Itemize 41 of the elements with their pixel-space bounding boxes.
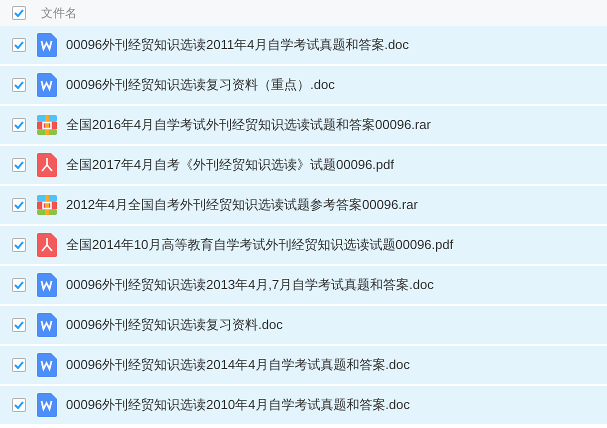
word-document-icon bbox=[37, 313, 57, 337]
word-document-icon bbox=[37, 393, 57, 417]
word-document-icon bbox=[37, 73, 57, 97]
file-name: 2012年4月全国自考外刊经贸知识选读试题参考答案00096.rar bbox=[66, 196, 418, 214]
file-name: 全国2017年4月自考《外刊经贸知识选读》试题00096.pdf bbox=[66, 156, 394, 174]
pdf-document-icon bbox=[37, 153, 57, 177]
file-row[interactable]: 00096外刊经贸知识选读复习资料（重点）.doc bbox=[0, 66, 607, 104]
file-name: 00096外刊经贸知识选读2014年4月自学考试真题和答案.doc bbox=[66, 356, 410, 374]
archive-icon bbox=[37, 195, 57, 215]
file-row[interactable]: 全国2016年4月自学考试外刊经贸知识选读试题和答案00096.rar bbox=[0, 106, 607, 144]
file-name: 00096外刊经贸知识选读2010年4月自学考试真题和答案.doc bbox=[66, 396, 410, 414]
checkbox[interactable] bbox=[12, 318, 26, 332]
file-row[interactable]: 00096外刊经贸知识选读2011年4月自学考试真题和答案.doc bbox=[0, 26, 607, 64]
file-name: 00096外刊经贸知识选读2011年4月自学考试真题和答案.doc bbox=[66, 36, 409, 54]
file-row[interactable]: 2012年4月全国自考外刊经贸知识选读试题参考答案00096.rar bbox=[0, 186, 607, 224]
file-row[interactable]: 全国2014年10月高等教育自学考试外刊经贸知识选读试题00096.pdf bbox=[0, 226, 607, 264]
word-document-icon bbox=[37, 273, 57, 297]
file-row[interactable]: 00096外刊经贸知识选读2013年4月,7月自学考试真题和答案.doc bbox=[0, 266, 607, 304]
file-name: 00096外刊经贸知识选读复习资料（重点）.doc bbox=[66, 76, 335, 94]
checkbox[interactable] bbox=[12, 358, 26, 372]
checkbox[interactable] bbox=[12, 198, 26, 212]
word-document-icon bbox=[37, 353, 57, 377]
checkbox[interactable] bbox=[12, 278, 26, 292]
pdf-document-icon bbox=[37, 233, 57, 257]
checkbox[interactable] bbox=[12, 398, 26, 412]
checkbox[interactable] bbox=[12, 38, 26, 52]
file-row[interactable]: 00096外刊经贸知识选读2014年4月自学考试真题和答案.doc bbox=[0, 346, 607, 384]
archive-icon bbox=[37, 115, 57, 135]
word-document-icon bbox=[37, 33, 57, 57]
file-name: 全国2016年4月自学考试外刊经贸知识选读试题和答案00096.rar bbox=[66, 116, 431, 134]
checkbox[interactable] bbox=[12, 118, 26, 132]
file-row[interactable]: 全国2017年4月自考《外刊经贸知识选读》试题00096.pdf bbox=[0, 146, 607, 184]
checkbox[interactable] bbox=[12, 6, 26, 20]
checkbox[interactable] bbox=[12, 78, 26, 92]
checkbox[interactable] bbox=[12, 238, 26, 252]
checkbox[interactable] bbox=[12, 158, 26, 172]
file-name: 00096外刊经贸知识选读2013年4月,7月自学考试真题和答案.doc bbox=[66, 276, 434, 294]
file-row[interactable]: 00096外刊经贸知识选读2010年4月自学考试真题和答案.doc bbox=[0, 386, 607, 424]
file-name: 全国2014年10月高等教育自学考试外刊经贸知识选读试题00096.pdf bbox=[66, 236, 454, 254]
file-row[interactable]: 00096外刊经贸知识选读复习资料.doc bbox=[0, 306, 607, 344]
file-name: 00096外刊经贸知识选读复习资料.doc bbox=[66, 316, 283, 334]
